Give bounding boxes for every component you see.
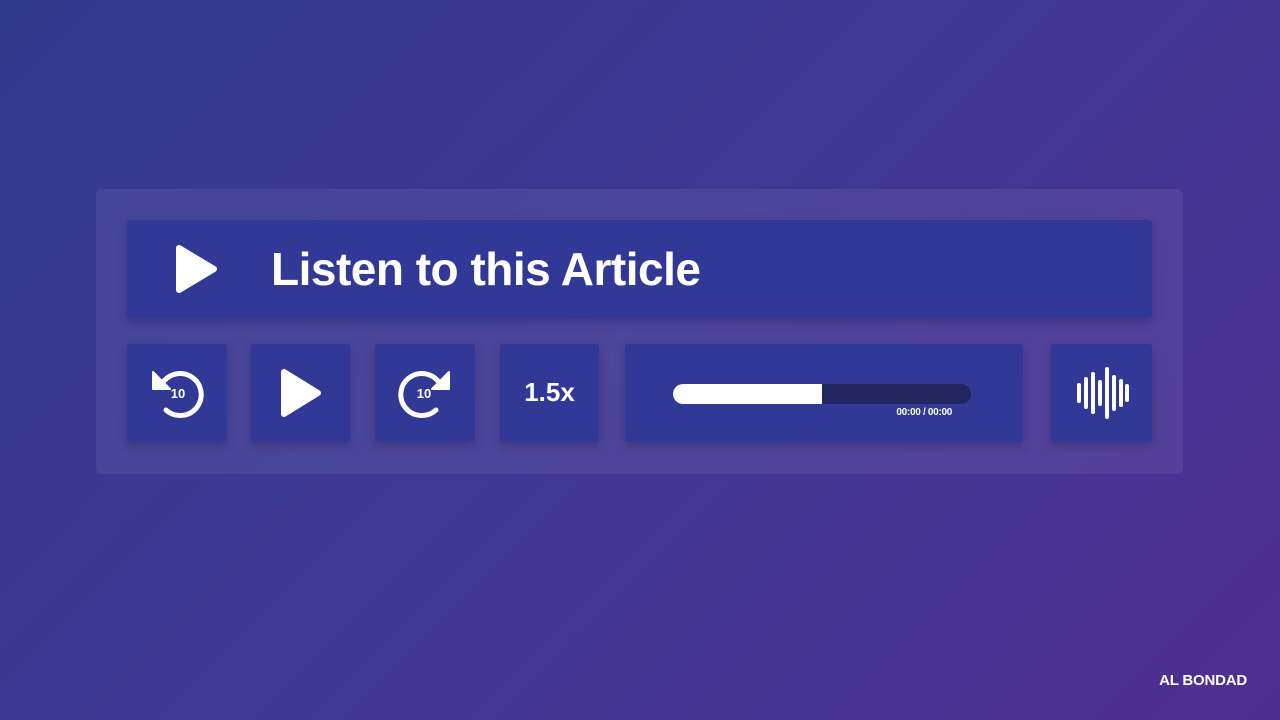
title-bar: Listen to this Article [127, 220, 1152, 318]
rewind-seconds-label: 10 [171, 386, 185, 401]
audio-wave-button[interactable] [1051, 344, 1152, 442]
forward-10-icon: 10 [398, 371, 450, 418]
time-readout: 00:00 / 00:00 [896, 407, 952, 418]
player-title: Listen to this Article [271, 243, 701, 295]
forward-button[interactable]: 10 [375, 344, 475, 442]
progress-bar[interactable] [673, 384, 971, 404]
playback-speed-label: 1.5x [524, 377, 575, 407]
forward-seconds-label: 10 [417, 386, 431, 401]
play-icon [176, 245, 217, 293]
play-icon [280, 369, 321, 417]
brand-name: AL BONDAD [1159, 672, 1247, 689]
sound-wave-icon [1076, 367, 1129, 419]
rewind-10-icon: 10 [152, 371, 204, 418]
rewind-button[interactable]: 10 [127, 344, 227, 442]
play-button[interactable] [251, 344, 350, 442]
playback-speed-button[interactable]: 1.5x [500, 344, 599, 442]
title-play-button[interactable] [174, 244, 222, 294]
progress-fill [673, 384, 822, 404]
audio-player: Listen to this Article 10 10 1.5x 00:00 … [96, 189, 1183, 474]
progress-panel: 00:00 / 00:00 [625, 344, 1023, 442]
